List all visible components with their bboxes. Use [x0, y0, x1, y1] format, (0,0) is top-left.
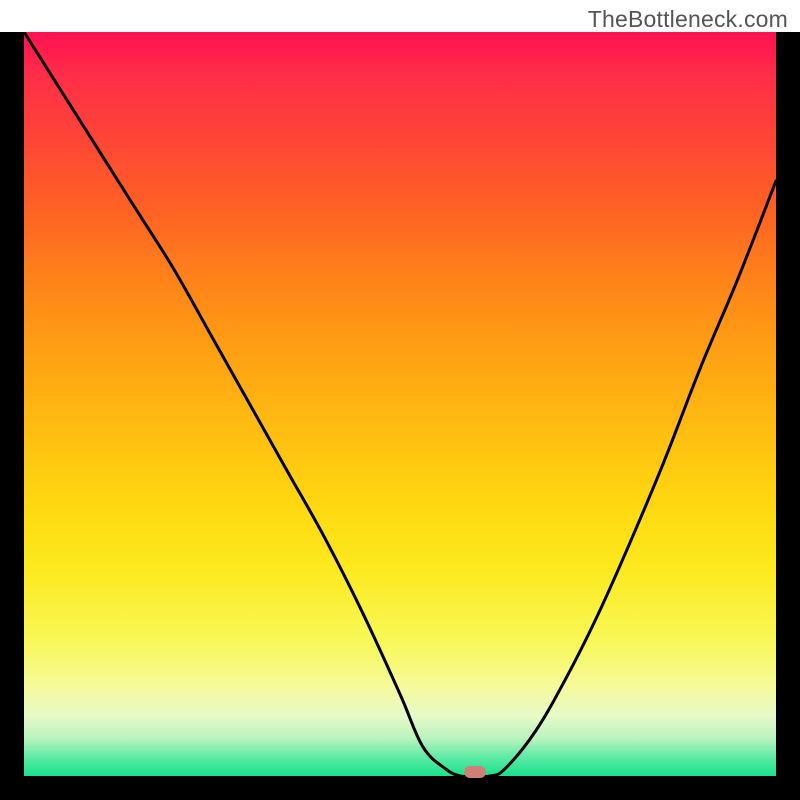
chart-plot-area: [24, 32, 776, 776]
chart-container: TheBottleneck.com: [0, 0, 800, 800]
bottleneck-curve: [24, 32, 776, 776]
watermark-text: TheBottleneck.com: [588, 6, 788, 33]
optimal-point-marker: [464, 766, 486, 778]
chart-frame: [0, 32, 800, 800]
